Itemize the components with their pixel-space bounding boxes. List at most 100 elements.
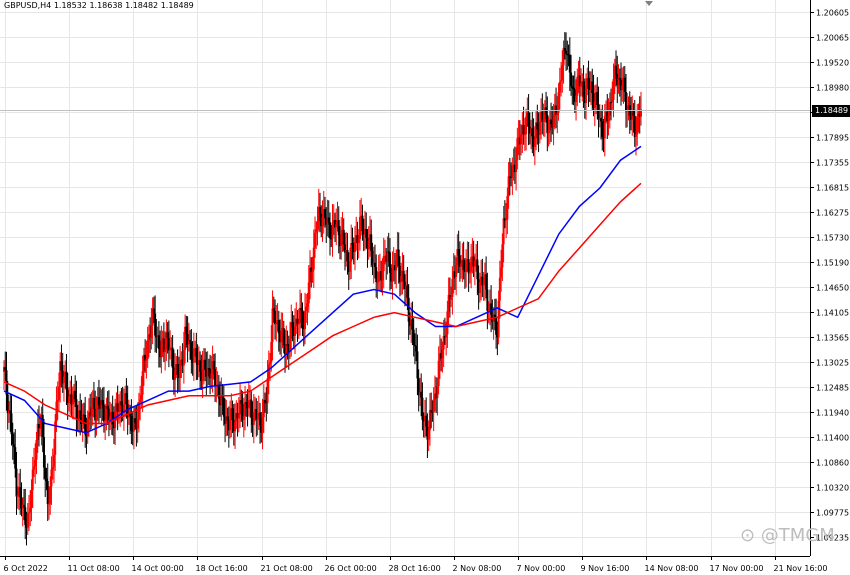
candle-body [495, 317, 498, 335]
candle-body [506, 196, 509, 220]
candle-body [587, 78, 590, 89]
candle-body [371, 250, 374, 266]
candle-body [547, 130, 550, 134]
candle-body [106, 405, 109, 409]
candle-body [600, 118, 603, 122]
candle-body [75, 399, 78, 419]
candle-body [632, 110, 635, 116]
candle-body [50, 469, 53, 487]
candle-body [585, 85, 588, 104]
candle-body [27, 512, 30, 514]
candle-body [346, 249, 349, 262]
candle-body [252, 412, 255, 425]
candle-body [57, 386, 60, 400]
candle-body [71, 402, 74, 405]
candle-body [328, 222, 331, 239]
candle-body [351, 243, 354, 245]
x-tick-label: 17 Nov 00:00 [710, 564, 764, 573]
candle-body [150, 325, 153, 338]
candle-body [511, 165, 514, 178]
candle-body [455, 265, 458, 278]
candle-body [145, 359, 148, 361]
y-tick-label: 1.14105 [816, 309, 849, 318]
candle-body [596, 92, 599, 105]
candle-body [633, 115, 636, 137]
candle-body [397, 249, 400, 266]
candle-body [42, 437, 45, 468]
price-chart[interactable]: 1.206051.200651.195201.189801.184351.178… [0, 0, 850, 575]
candle-body [406, 285, 409, 298]
candle-body [608, 102, 611, 116]
candle-body [430, 410, 433, 412]
candle-body [482, 283, 485, 286]
candle-body [185, 326, 188, 334]
candle-body [237, 414, 240, 419]
candle-body [214, 368, 217, 386]
candle-body [282, 328, 285, 346]
candle-body [365, 228, 368, 238]
candle-body [65, 371, 68, 390]
candle-body [516, 138, 519, 160]
candle-body [442, 335, 445, 350]
chart-shift-marker-icon[interactable] [645, 1, 653, 6]
candle-body [377, 272, 380, 282]
candle-body [39, 428, 42, 430]
candle-body [280, 330, 283, 343]
candle-body [375, 267, 378, 283]
candle-body [152, 308, 155, 314]
candle-body [164, 349, 167, 353]
symbol-label: GBPUSD,H4 [4, 1, 52, 10]
candle-body [130, 415, 133, 431]
candle-body [428, 410, 431, 431]
candle-body [437, 360, 440, 387]
y-tick-label: 1.18980 [816, 84, 849, 93]
y-tick-label: 1.11940 [816, 409, 849, 418]
candle-body [331, 222, 334, 239]
candle-body [568, 54, 571, 73]
y-tick-label: 1.13565 [816, 334, 849, 343]
candle-body [501, 244, 504, 268]
x-tick-label: 21 Nov 16:00 [774, 564, 828, 573]
candle-body [450, 296, 453, 300]
candle-body [307, 282, 310, 304]
candle-body [623, 77, 626, 92]
candle-body [625, 91, 628, 112]
candle-body [412, 329, 415, 345]
candle-body [565, 50, 568, 54]
candle-body [315, 229, 318, 233]
candle-body [348, 261, 351, 272]
candle-body [62, 376, 65, 384]
candle-body [523, 134, 526, 136]
candle-body [129, 413, 132, 416]
candle-body [299, 308, 302, 323]
candle-body [350, 243, 353, 262]
candle-body [275, 322, 278, 325]
candle-body [486, 289, 489, 311]
candle-body [192, 348, 195, 363]
candle-body [457, 249, 460, 256]
candle-body [199, 360, 202, 372]
candle-body [29, 507, 32, 513]
candle-body [376, 281, 379, 283]
candle-body [451, 279, 454, 297]
candle-body [505, 219, 508, 221]
candle-body [575, 95, 578, 103]
candle-body [262, 399, 265, 418]
candle-body [84, 414, 87, 435]
ohlc-values: 1.18532 1.18638 1.18482 1.18489 [53, 1, 194, 10]
candle-body [6, 394, 9, 414]
candle-body [140, 394, 143, 400]
candle-body [612, 79, 615, 100]
candle-body [46, 481, 49, 505]
candle-body [473, 260, 476, 267]
candle-body [552, 115, 555, 128]
candle-body [525, 116, 528, 135]
candle-body [291, 322, 294, 328]
candle-body [74, 390, 77, 400]
candle-body [502, 218, 505, 245]
candle-body [266, 378, 269, 404]
candle-body [201, 368, 204, 382]
candle-body [382, 256, 385, 272]
candle-body [388, 252, 391, 273]
candle-body [635, 134, 638, 137]
